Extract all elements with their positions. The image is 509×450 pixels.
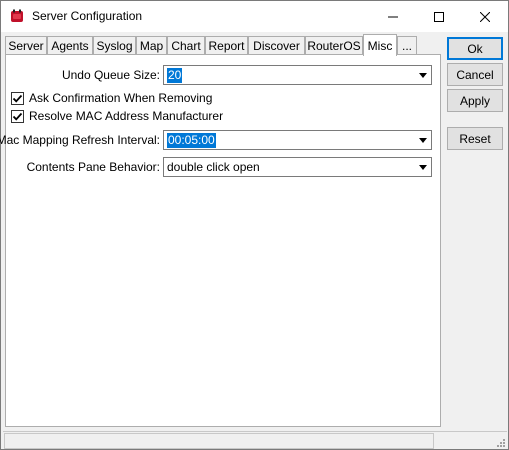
maximize-icon (434, 11, 444, 22)
minimize-icon (388, 16, 398, 17)
tab-discover[interactable]: Discover (248, 36, 305, 55)
misc-panel: Undo Queue Size: 20 Ask Confirmation Whe… (0, 54, 441, 427)
tab-label: Map (139, 39, 164, 53)
minimize-button[interactable] (370, 1, 416, 32)
ok-button[interactable]: Ok (447, 37, 503, 60)
apply-button[interactable]: Apply (447, 89, 503, 112)
tab-routeros[interactable]: RouterOS (305, 36, 363, 55)
chevron-down-icon[interactable] (414, 131, 431, 149)
tab-label: RouterOS (307, 39, 361, 53)
checkmark-icon (12, 112, 23, 121)
tab-syslog[interactable]: Syslog (93, 36, 136, 55)
tab-label: Server (8, 39, 44, 53)
winbox-app-icon (11, 9, 23, 22)
window-title: Server Configuration (32, 9, 143, 23)
close-button[interactable] (462, 1, 508, 32)
contents-pane-behavior-label: Contents Pane Behavior: (26, 160, 160, 174)
tab-label: ... (401, 39, 412, 53)
checkmark-icon (12, 94, 23, 103)
resolve-mac-label: Resolve MAC Address Manufacturer (29, 109, 224, 123)
mac-refresh-interval-select[interactable]: 00:05:00 (163, 130, 432, 150)
contents-pane-behavior-select[interactable]: double click open (163, 157, 432, 177)
apply-button-label: Apply (459, 93, 491, 108)
title-bar[interactable]: Server Configuration (1, 1, 508, 32)
resize-grip-icon[interactable] (495, 437, 505, 447)
ask-confirmation-label: Ask Confirmation When Removing (29, 91, 213, 105)
status-bar (3, 431, 507, 449)
contents-pane-behavior-value: double click open (167, 160, 260, 174)
server-configuration-window: Server Configuration Server Agents Syslo… (0, 0, 509, 450)
mac-refresh-interval-label: Mac Mapping Refresh Interval: (0, 133, 160, 147)
tab-label: Misc (367, 38, 393, 53)
ok-button-label: Ok (467, 41, 483, 56)
undo-queue-size-select[interactable]: 20 (163, 65, 432, 85)
undo-queue-size-value: 20 (167, 68, 183, 83)
tab-label: Chart (171, 39, 201, 53)
maximize-button[interactable] (416, 1, 462, 32)
tab-label: Agents (51, 39, 89, 53)
tab-chart[interactable]: Chart (167, 36, 205, 55)
mac-refresh-interval-value: 00:05:00 (167, 133, 216, 148)
undo-queue-size-label: Undo Queue Size: (61, 68, 160, 82)
close-icon (480, 11, 490, 22)
cancel-button-label: Cancel (456, 67, 494, 82)
tab-misc[interactable]: Misc (363, 34, 397, 56)
chevron-down-icon[interactable] (414, 158, 431, 176)
tab-label: Report (208, 39, 245, 53)
cancel-button[interactable]: Cancel (447, 63, 503, 86)
tab-agents[interactable]: Agents (47, 36, 93, 55)
tab-label: Discover (253, 39, 300, 53)
chevron-down-icon[interactable] (414, 66, 431, 84)
ask-confirmation-checkbox[interactable] (11, 92, 24, 105)
tab-label: Syslog (96, 39, 133, 53)
reset-button[interactable]: Reset (447, 127, 503, 150)
tab-more[interactable]: ... (397, 36, 417, 55)
tab-server[interactable]: Server (5, 36, 47, 55)
tab-report[interactable]: Report (205, 36, 248, 55)
status-field (4, 433, 434, 449)
resolve-mac-checkbox[interactable] (11, 110, 24, 123)
tab-map[interactable]: Map (136, 36, 167, 55)
reset-button-label: Reset (459, 131, 491, 146)
